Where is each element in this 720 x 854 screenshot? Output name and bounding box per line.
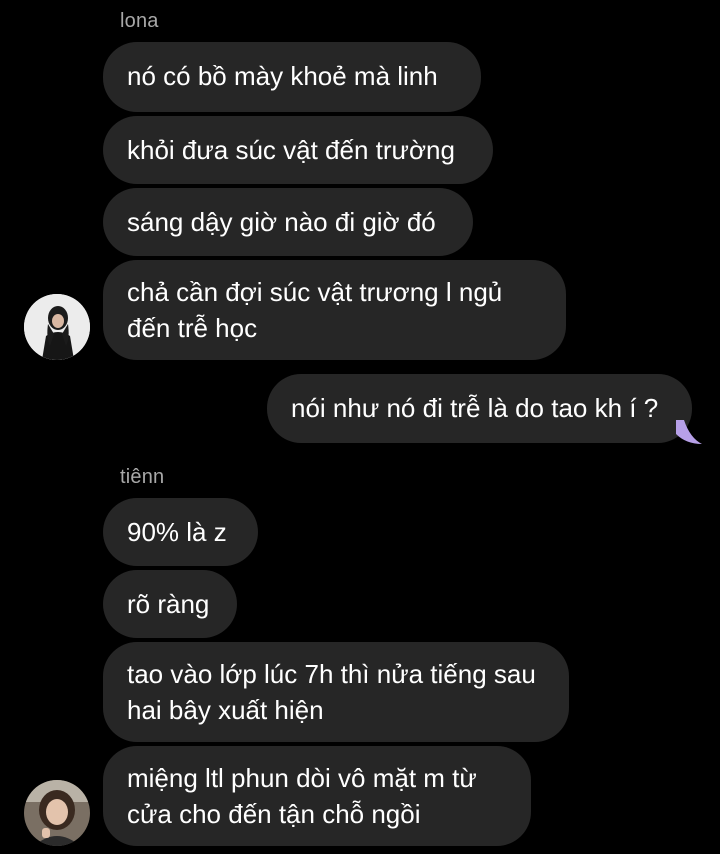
sender-name-tienn: tiênn xyxy=(120,466,165,488)
sender-name-lona: lona xyxy=(120,10,159,32)
incoming-message-bubble[interactable]: nó có bồ mày khoẻ mà linh xyxy=(103,42,481,112)
profile-photo-icon xyxy=(24,780,90,846)
incoming-message-bubble[interactable]: miệng ltl phun dòi vô mặt m từ cửa cho đ… xyxy=(103,746,531,846)
outgoing-message-bubble[interactable]: nói như nó đi trễ là do tao kh í ? xyxy=(267,374,692,443)
incoming-message-bubble[interactable]: tao vào lớp lúc 7h thì nửa tiếng sau hai… xyxy=(103,642,569,742)
avatar-tienn[interactable] xyxy=(24,780,90,846)
incoming-message-bubble[interactable]: khỏi đưa súc vật đến trường xyxy=(103,116,493,184)
outgoing-bubble-tail xyxy=(676,420,702,444)
chat-thread: lona nó có bồ mày khoẻ mà linh khỏi đưa … xyxy=(0,0,720,854)
incoming-message-bubble[interactable]: chả cần đợi súc vật trương l ngủ đến trễ… xyxy=(103,260,566,360)
incoming-message-bubble[interactable]: sáng dậy giờ nào đi giờ đó xyxy=(103,188,473,256)
avatar-lona[interactable] xyxy=(24,294,90,360)
incoming-message-bubble[interactable]: 90% là z xyxy=(103,498,258,566)
incoming-message-bubble[interactable]: rõ ràng xyxy=(103,570,237,638)
profile-photo-icon xyxy=(24,294,90,360)
